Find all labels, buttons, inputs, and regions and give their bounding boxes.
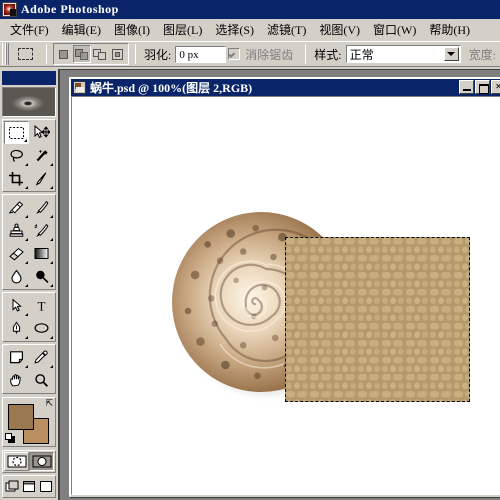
style-label: 样式:: [314, 47, 342, 62]
menu-select[interactable]: 选择(S): [209, 19, 261, 40]
mask-mode-group: [2, 450, 56, 473]
dodge-tool[interactable]: [29, 265, 54, 288]
menu-image[interactable]: 图像(I): [108, 19, 157, 40]
intersect-with-selection-button[interactable]: [109, 45, 127, 63]
ellipse-shape-tool[interactable]: [29, 317, 54, 340]
crop-tool[interactable]: [4, 167, 29, 190]
checkbox-glyph: [228, 48, 241, 60]
app-title: Adobe Photoshop: [21, 2, 119, 16]
screen-mode-group: [2, 475, 56, 498]
full-screen-with-menubar-button[interactable]: [21, 477, 38, 496]
new-selection-button[interactable]: [55, 45, 73, 63]
subtract-from-selection-button[interactable]: [91, 45, 109, 63]
rectangular-marquee-icon[interactable]: [12, 43, 38, 65]
doc-maximize-button[interactable]: [475, 80, 490, 94]
notes-tool[interactable]: [4, 346, 29, 369]
options-divider-2: [135, 44, 136, 64]
eyedropper-tool[interactable]: [29, 346, 54, 369]
menubar: 文件(F) 编辑(E) 图像(I) 图层(L) 选择(S) 滤镜(T) 视图(V…: [0, 19, 500, 40]
photoshop-app-icon: [2, 2, 17, 17]
document-window: 蜗牛.psd @ 100%(图层 2,RGB): [69, 77, 500, 497]
default-colors-icon[interactable]: [5, 433, 16, 444]
chevron-down-icon[interactable]: [443, 47, 459, 61]
options-divider-1: [46, 44, 47, 64]
pen-tool[interactable]: [4, 317, 29, 340]
document-titlebar[interactable]: 蜗牛.psd @ 100%(图层 2,RGB): [71, 79, 500, 96]
blur-tool[interactable]: [4, 265, 29, 288]
healing-brush-tool[interactable]: [4, 196, 29, 219]
toolbox-group-vector: T: [2, 292, 56, 342]
toolbox-palette: T ⇱: [0, 69, 58, 500]
document-title: 蜗牛.psd @ 100%(图层 2,RGB): [90, 81, 253, 95]
doc-close-button[interactable]: [491, 80, 500, 94]
menu-view[interactable]: 视图(V): [313, 19, 367, 40]
toolbox-logo-eye-image: [2, 87, 56, 117]
eraser-tool[interactable]: [4, 242, 29, 265]
selection-mode-group: [53, 43, 129, 65]
document-window-buttons: [459, 80, 500, 94]
document-canvas[interactable]: [71, 96, 500, 495]
marquee-selection-fill: [285, 237, 470, 402]
add-to-selection-button[interactable]: [73, 45, 91, 63]
move-tool[interactable]: [29, 121, 54, 144]
slice-tool[interactable]: [29, 167, 54, 190]
style-dropdown[interactable]: 正常: [345, 45, 461, 63]
feather-input[interactable]: 0 px: [175, 45, 227, 63]
standard-screen-mode-button[interactable]: [4, 477, 21, 496]
foreground-color-swatch[interactable]: [8, 404, 34, 430]
hand-tool[interactable]: [4, 369, 29, 392]
menu-filter[interactable]: 滤镜(T): [261, 19, 313, 40]
svg-text:T: T: [38, 298, 46, 313]
toolbox-group-navigation: [2, 344, 56, 394]
swap-colors-icon[interactable]: ⇱: [45, 399, 53, 408]
color-swatches: ⇱: [2, 397, 56, 447]
toolbox-titlebar[interactable]: [2, 71, 56, 85]
menu-edit[interactable]: 编辑(E): [56, 19, 108, 40]
options-divider-3: [305, 44, 307, 64]
path-selection-tool[interactable]: [4, 294, 29, 317]
feather-label: 羽化:: [144, 47, 172, 62]
doc-minimize-button[interactable]: [459, 80, 474, 94]
style-value: 正常: [349, 47, 374, 62]
menu-window[interactable]: 窗口(W): [367, 19, 423, 40]
standard-mode-button[interactable]: [4, 452, 29, 471]
magic-wand-tool[interactable]: [29, 144, 54, 167]
toolbox-group-retouch: [2, 194, 56, 290]
pattern-cell-outlines: [285, 237, 470, 402]
options-bar-grip[interactable]: [2, 43, 9, 65]
document-thumbnail-icon: [73, 81, 86, 94]
rectangular-marquee-tool[interactable]: [4, 121, 29, 144]
menu-file[interactable]: 文件(F): [4, 19, 56, 40]
history-brush-tool[interactable]: [29, 219, 54, 242]
snail-shell-artwork: [172, 207, 472, 407]
antialias-label: 消除锯齿: [245, 47, 294, 62]
width-label: 宽度:: [468, 47, 496, 62]
gradient-tool[interactable]: [29, 242, 54, 265]
clone-stamp-tool[interactable]: [4, 219, 29, 242]
type-tool[interactable]: T: [29, 294, 54, 317]
workspace-area: 蜗牛.psd @ 100%(图层 2,RGB): [58, 69, 500, 500]
full-screen-mode-button[interactable]: [37, 477, 54, 496]
workspace-left-edge: [59, 70, 60, 500]
menu-help[interactable]: 帮助(H): [423, 19, 477, 40]
lasso-tool[interactable]: [4, 144, 29, 167]
app-titlebar: Adobe Photoshop: [0, 0, 500, 19]
toolbox-group-selection: [2, 119, 56, 192]
antialias-checkbox[interactable]: 消除锯齿: [228, 46, 297, 63]
photoshop-window: Adobe Photoshop 文件(F) 编辑(E) 图像(I) 图层(L) …: [0, 0, 500, 500]
menu-layer[interactable]: 图层(L): [157, 19, 209, 40]
paintbrush-tool[interactable]: [29, 196, 54, 219]
quick-mask-mode-button[interactable]: [29, 452, 54, 471]
zoom-tool[interactable]: [29, 369, 54, 392]
tool-options-bar: 羽化: 0 px 消除锯齿 样式: 正常 宽度:: [0, 41, 500, 67]
